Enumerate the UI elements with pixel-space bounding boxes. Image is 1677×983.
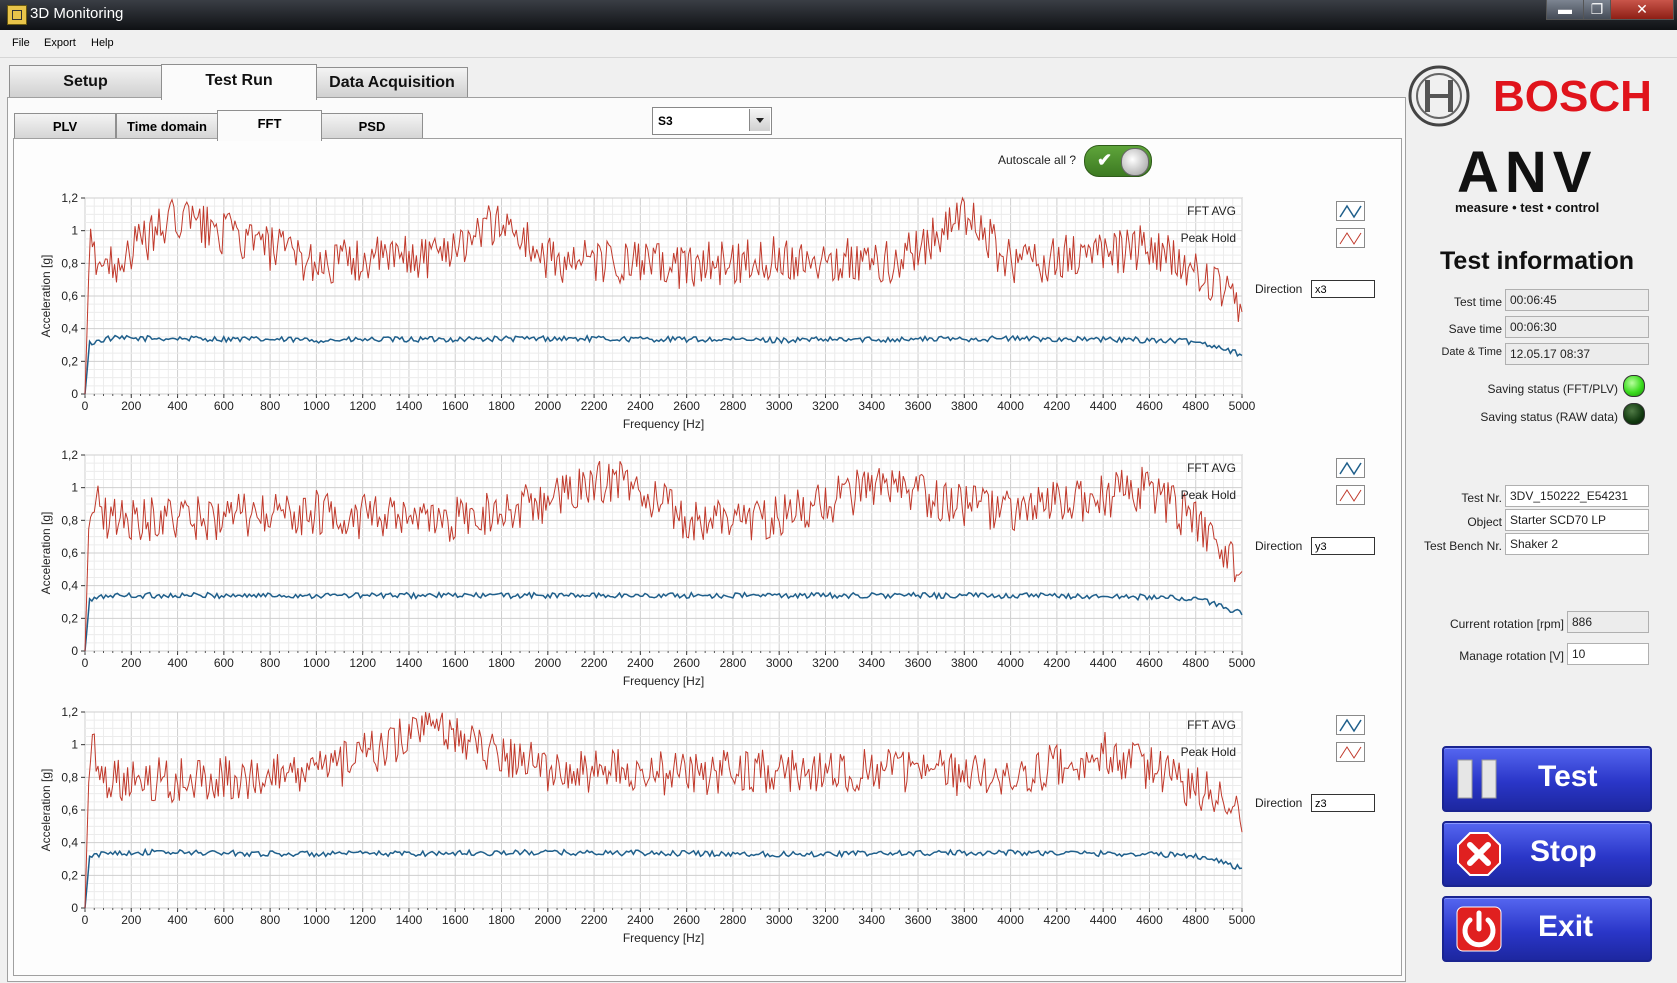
anv-logo: ANV bbox=[1457, 140, 1597, 205]
legend-fft-avg: FFT AVG bbox=[1187, 718, 1236, 732]
datetime-label: Date & Time bbox=[1441, 346, 1502, 358]
sensor-select-value: S3 bbox=[658, 114, 673, 128]
menu-export[interactable]: Export bbox=[44, 37, 76, 49]
test-info-title: Test information bbox=[1440, 247, 1634, 275]
pause-icon bbox=[1457, 759, 1497, 799]
tab-setup[interactable]: Setup bbox=[9, 65, 162, 98]
anv-tagline: measure • test • control bbox=[1455, 200, 1599, 215]
window-title: 3D Monitoring bbox=[30, 5, 124, 22]
subtab-plv[interactable]: PLV bbox=[14, 113, 116, 139]
subtab-fft[interactable]: FFT bbox=[217, 110, 322, 141]
legend-fft-avg-swatch[interactable] bbox=[1336, 201, 1365, 221]
direction-field[interactable]: x3 bbox=[1311, 280, 1375, 298]
toggle-knob bbox=[1121, 148, 1149, 176]
minimize-button[interactable]: ▬ bbox=[1546, 0, 1584, 20]
fft-panel bbox=[13, 138, 1402, 976]
app-icon bbox=[7, 5, 27, 25]
direction-field[interactable]: y3 bbox=[1311, 537, 1375, 555]
legend-fft-avg-swatch[interactable] bbox=[1336, 715, 1365, 735]
manage-rotation-field[interactable]: 10 bbox=[1567, 643, 1649, 665]
chevron-down-icon[interactable] bbox=[749, 109, 770, 131]
stop-icon bbox=[1457, 832, 1501, 876]
exit-button-label: Exit bbox=[1538, 910, 1594, 943]
object-field[interactable]: Starter SCD70 LP bbox=[1505, 509, 1649, 531]
logos: BOSCH ANV measure • test • control bbox=[1408, 65, 1652, 215]
saving-raw-label: Saving status (RAW data) bbox=[1480, 410, 1618, 424]
legend-peak-hold-swatch[interactable] bbox=[1336, 742, 1365, 762]
tab-data-acquisition[interactable]: Data Acquisition bbox=[316, 67, 468, 98]
manage-rotation-label: Manage rotation [V] bbox=[1459, 649, 1564, 663]
test-bench-label: Test Bench Nr. bbox=[1423, 539, 1502, 553]
bosch-emblem-icon bbox=[1408, 65, 1470, 127]
legend-peak-hold: Peak Hold bbox=[1180, 488, 1236, 502]
test-nr-label: Test Nr. bbox=[1461, 491, 1502, 505]
direction-label: Direction bbox=[1255, 796, 1303, 810]
test-button-label: Test bbox=[1538, 760, 1598, 793]
bosch-logo: BOSCH bbox=[1493, 72, 1652, 121]
subtab-psd[interactable]: PSD bbox=[321, 113, 423, 139]
test-nr-field[interactable]: 3DV_150222_E54231 bbox=[1505, 485, 1649, 507]
test-button[interactable]: Test bbox=[1442, 746, 1652, 812]
stop-button[interactable]: Stop bbox=[1442, 821, 1652, 887]
direction-field[interactable]: z3 bbox=[1311, 794, 1375, 812]
legend-peak-hold-swatch[interactable] bbox=[1336, 228, 1365, 248]
autoscale-toggle[interactable]: ✔ bbox=[1084, 145, 1152, 177]
test-bench-field[interactable]: Shaker 2 bbox=[1505, 533, 1649, 555]
tab-test-run[interactable]: Test Run bbox=[161, 64, 317, 100]
object-label: Object bbox=[1467, 515, 1502, 529]
legend-fft-avg: FFT AVG bbox=[1187, 461, 1236, 475]
direction-label: Direction bbox=[1255, 282, 1303, 296]
save-time-field: 00:06:30 bbox=[1505, 316, 1649, 338]
legend-peak-hold-swatch[interactable] bbox=[1336, 485, 1365, 505]
saving-fft-label: Saving status (FFT/PLV) bbox=[1487, 382, 1618, 396]
saving-raw-led bbox=[1623, 403, 1645, 425]
rotation-label: Current rotation [rpm] bbox=[1449, 617, 1564, 631]
maximize-button[interactable]: ❐ bbox=[1583, 0, 1611, 20]
saving-fft-led bbox=[1623, 375, 1645, 397]
datetime-field: 12.05.17 08:37 bbox=[1505, 343, 1649, 365]
legend-peak-hold: Peak Hold bbox=[1180, 231, 1236, 245]
test-time-field: 00:06:45 bbox=[1505, 289, 1649, 311]
menu-help[interactable]: Help bbox=[91, 37, 114, 49]
close-button[interactable]: ✕ bbox=[1610, 0, 1674, 20]
power-icon bbox=[1456, 906, 1502, 952]
autoscale-label: Autoscale all ? bbox=[998, 153, 1077, 167]
legend-fft-avg: FFT AVG bbox=[1187, 204, 1236, 218]
check-icon: ✔ bbox=[1097, 150, 1113, 170]
legend-peak-hold: Peak Hold bbox=[1180, 745, 1236, 759]
title-bar: 3D Monitoring ▬ ❐ ✕ bbox=[0, 0, 1677, 30]
direction-label: Direction bbox=[1255, 539, 1303, 553]
subtab-time-domain[interactable]: Time domain bbox=[116, 113, 218, 139]
legend-fft-avg-swatch[interactable] bbox=[1336, 458, 1365, 478]
stop-button-label: Stop bbox=[1530, 835, 1597, 868]
menu-bar: File Export Help bbox=[0, 30, 1677, 58]
test-time-label: Test time bbox=[1453, 295, 1502, 309]
exit-button[interactable]: Exit bbox=[1442, 896, 1652, 962]
rotation-field: 886 bbox=[1567, 611, 1649, 633]
save-time-label: Save time bbox=[1448, 322, 1502, 336]
sensor-select[interactable]: S3 bbox=[652, 107, 772, 135]
menu-file[interactable]: File bbox=[12, 37, 30, 49]
